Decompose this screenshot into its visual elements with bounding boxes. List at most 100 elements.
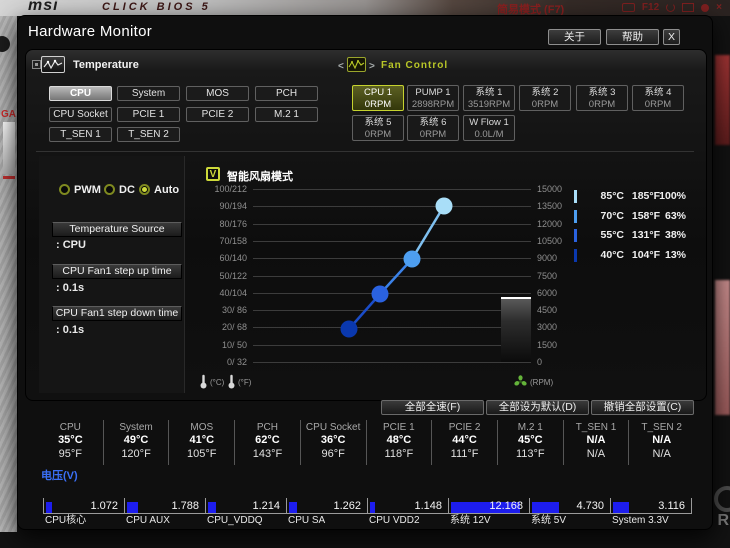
legend-temp-f: 131°F <box>631 229 660 241</box>
voltage-value: 1.214 <box>252 500 280 512</box>
sensor-name: CPU Socket <box>305 422 361 433</box>
about-button[interactable]: 关于 <box>548 29 601 45</box>
curve-point-3[interactable] <box>403 250 421 268</box>
mode-radio-dc[interactable] <box>104 184 115 195</box>
celsius-unit-label: (°C) <box>210 378 225 387</box>
temp-tab-mos[interactable]: MOS <box>186 86 249 101</box>
fan-name: PUMP 1 <box>415 87 451 98</box>
temp-tab-pcie-2[interactable]: PCIE 2 <box>186 107 249 122</box>
fan-button-4[interactable]: 系统 2 0RPM <box>519 85 571 111</box>
right-axis-tick: 1500 <box>537 340 558 350</box>
legend-temp-f: 185°F <box>631 190 660 202</box>
voltage-value: 1.262 <box>333 500 361 512</box>
voltage-label: 系统 12V <box>450 515 491 526</box>
fan-rpm-icon <box>514 375 527 388</box>
voltage-readouts: 1.072 CPU核心 1.788 CPU AUX 1.214 CPU_VDDQ 1.262… <box>43 498 692 527</box>
fahrenheit-unit-label: (°F) <box>238 378 252 387</box>
voltage-bar-track: 1.148 <box>367 498 448 514</box>
fan-nav-right-arrow[interactable]: > <box>369 61 375 72</box>
sensor-pcie-1: PCIE 1 48°C 118°F <box>367 420 433 465</box>
pin-icon[interactable] <box>32 60 41 69</box>
fan-button-3[interactable]: 系统 1 3519RPM <box>463 85 515 111</box>
msi-logo: msi <box>28 0 59 14</box>
fan-button-5[interactable]: 系统 3 0RPM <box>576 85 628 111</box>
voltage-bar-track: 1.262 <box>286 498 367 514</box>
right-axis-tick: 7500 <box>537 271 558 281</box>
background-red-art-top <box>715 55 730 145</box>
monitor-icon[interactable] <box>682 3 695 12</box>
thermometer-fahrenheit-icon[interactable] <box>227 374 236 389</box>
setting-button-3[interactable]: CPU Fan1 step down time <box>52 306 182 321</box>
section-divider <box>36 151 694 152</box>
background-circle-art <box>714 486 730 512</box>
legend-color-tick <box>574 229 577 242</box>
thermometer-celsius-icon[interactable] <box>199 374 208 389</box>
fan-nav-left-arrow[interactable]: < <box>338 61 344 72</box>
sensor-cpu-socket: CPU Socket 36°C 96°F <box>301 420 367 465</box>
left-axis-tick: 40/104 <box>219 288 247 298</box>
sensor-temp-f: N/A <box>652 448 671 460</box>
setting-button-2[interactable]: CPU Fan1 step up time <box>52 264 182 279</box>
fan-button-9[interactable]: W Flow 1 0.0L/M <box>463 115 515 141</box>
temp-tab-pcie-1[interactable]: PCIE 1 <box>117 107 180 122</box>
voltage-bar <box>613 502 629 513</box>
background-white-block <box>3 122 15 174</box>
fan-button-8[interactable]: 系统 6 0RPM <box>407 115 459 141</box>
voltage-bar-track: 1.072 <box>43 498 124 514</box>
fan-rpm-value: 0RPM <box>531 99 559 110</box>
sensor-cpu: CPU 35°C 95°F <box>38 420 104 465</box>
fan-button-7[interactable]: 系统 5 0RPM <box>352 115 404 141</box>
legend-color-tick <box>574 190 577 203</box>
close-dialog-button[interactable]: X <box>663 29 680 45</box>
right-axis-tick: 4500 <box>537 305 558 315</box>
right-axis-tick: 0 <box>537 357 543 367</box>
voltage-bar <box>370 502 375 513</box>
hardware-monitor-dialog: Hardware Monitor 关于 帮助 X Temperature < >… <box>17 15 713 530</box>
temp-tab-t-sen-1[interactable]: T_SEN 1 <box>49 127 112 142</box>
background-left-strip: GA <box>0 16 17 532</box>
voltage-bar-track: 3.116 <box>610 498 691 514</box>
fan-curve-chart <box>253 189 531 363</box>
curve-point-2[interactable] <box>371 285 389 303</box>
voltage-value: 4.730 <box>576 500 604 512</box>
temp-tab-system[interactable]: System <box>117 86 180 101</box>
fan-button-2[interactable]: PUMP 1 2898RPM <box>407 85 459 111</box>
sensor-temp-f: 118°F <box>384 448 414 460</box>
refresh-icon[interactable] <box>666 3 676 12</box>
sensor-mos: MOS 41°C 105°F <box>169 420 236 465</box>
smart-fan-checkbox[interactable]: V <box>206 167 220 181</box>
temp-tab-cpu[interactable]: CPU <box>49 86 112 101</box>
fan-button-6[interactable]: 系统 4 0RPM <box>632 85 684 111</box>
camera-icon[interactable] <box>621 3 635 12</box>
temp-tab-pch[interactable]: PCH <box>255 86 318 101</box>
sensor-temp-c: 35°C <box>58 434 83 446</box>
action-button-3[interactable]: 撤销全部设置(C) <box>591 400 694 415</box>
temp-tab-m-2-1[interactable]: M.2 1 <box>255 107 318 122</box>
action-button-1[interactable]: 全部全速(F) <box>381 400 484 415</box>
sensor-t-sen-1: T_SEN 1 N/A N/A <box>564 420 630 465</box>
legend-duty-pct: 63% <box>664 210 686 222</box>
background-red-art-mid <box>715 280 730 415</box>
fan-rpm-value: 0RPM <box>588 99 616 110</box>
mode-radio-auto[interactable] <box>139 184 150 195</box>
background-left-text: GA <box>1 109 16 120</box>
help-button[interactable]: 帮助 <box>606 29 659 45</box>
voltage-item-7: 4.730 系统 5V <box>529 498 610 527</box>
curve-point-1[interactable] <box>340 320 358 338</box>
fan-button-1[interactable]: CPU 1 0RPM <box>352 85 404 111</box>
sensor-pch: PCH 62°C 143°F <box>235 420 301 465</box>
voltage-track-end <box>691 498 692 514</box>
bell-icon[interactable] <box>701 3 710 12</box>
sensor-name: PCIE 2 <box>448 422 481 433</box>
temp-tab-cpu-socket[interactable]: CPU Socket <box>49 107 112 122</box>
setting-button-1[interactable]: Temperature Source <box>52 222 182 237</box>
mode-radio-pwm[interactable] <box>59 184 70 195</box>
setting-value-2: : 0.1s <box>56 282 85 294</box>
fan-rpm-value: 2898RPM <box>411 99 455 110</box>
action-button-2[interactable]: 全部设为默认(D) <box>486 400 589 415</box>
sensor-temp-c: N/A <box>652 434 672 446</box>
curve-legend-row-3: 55°C 131°F 38% <box>574 229 686 243</box>
close-screen-icon[interactable]: × <box>716 2 722 14</box>
temp-tab-t-sen-2[interactable]: T_SEN 2 <box>117 127 180 142</box>
curve-point-4[interactable] <box>435 197 453 215</box>
